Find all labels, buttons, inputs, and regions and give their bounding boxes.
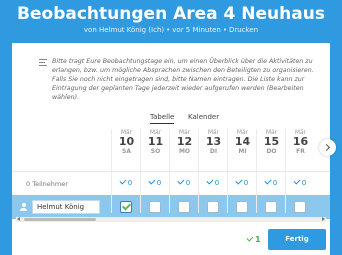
date-day: 10 — [118, 135, 135, 148]
footer-bar: 1 Fertig — [12, 226, 330, 255]
date-day: 16 — [292, 135, 309, 148]
date-column-header: Mär 15 DO — [257, 129, 286, 155]
vote-count-value: 0 — [127, 179, 133, 187]
date-column-header: Mär 12 MO — [170, 129, 199, 155]
date-weekday: FR — [296, 148, 305, 155]
date-day: 14 — [234, 135, 251, 148]
poll-description: Bitte tragt Eure Beobachtungstage ein, u… — [52, 58, 314, 101]
next-dates-button[interactable] — [319, 139, 336, 156]
tab-calendar[interactable]: Kalender — [188, 113, 219, 121]
vote-count: 0 — [286, 177, 315, 187]
poll-table: 0 Teilnehmer Mär10SA 0 Mär11SO 0 Mär12MO 0 Mär… — [12, 129, 330, 219]
vote-count: 0 — [257, 177, 286, 187]
vote-count: 0 — [199, 177, 228, 187]
user-icon — [20, 203, 27, 211]
selected-count: 1 — [246, 234, 261, 244]
vote-count: 0 — [112, 177, 141, 187]
date-checkbox[interactable] — [178, 201, 190, 213]
date-checkbox[interactable] — [149, 201, 161, 213]
check-icon — [293, 177, 301, 185]
horizontal-scrollbar[interactable] — [16, 217, 326, 222]
date-checkbox[interactable] — [236, 201, 248, 213]
vote-count-value: 0 — [301, 179, 307, 187]
date-checkbox[interactable] — [120, 201, 132, 213]
scrollbar-thumb[interactable] — [24, 218, 96, 221]
check-icon — [246, 234, 254, 242]
date-checkbox[interactable] — [294, 201, 306, 213]
participants-count: 0 Teilnehmer — [26, 180, 68, 188]
time-text: vor 5 Minuten — [172, 26, 221, 34]
date-day: 15 — [263, 135, 280, 148]
date-weekday: SO — [150, 148, 161, 155]
vote-count: 0 — [141, 177, 170, 187]
date-column-header: Mär 13 DI — [199, 129, 228, 155]
vote-count: 0 — [228, 177, 257, 187]
vote-count: 0 — [170, 177, 199, 187]
scroll-left-icon[interactable] — [17, 217, 20, 221]
selected-count-value: 1 — [255, 235, 261, 244]
date-weekday: MO — [178, 148, 191, 155]
check-icon — [119, 177, 127, 185]
date-checkbox[interactable] — [207, 201, 219, 213]
check-icon — [235, 177, 243, 185]
date-column-header: Mär 11 SO — [141, 129, 170, 155]
date-column-header: Mär 14 MI — [228, 129, 257, 155]
date-column-header: Mär 16 FR — [286, 129, 315, 155]
vote-count-value: 0 — [156, 179, 162, 187]
description-icon — [39, 59, 47, 66]
date-weekday: DI — [209, 148, 218, 155]
name-input[interactable] — [32, 200, 100, 214]
done-button[interactable]: Fertig — [268, 229, 326, 250]
print-link[interactable]: Drucken — [229, 26, 258, 34]
vote-count-value: 0 — [185, 179, 191, 187]
date-day: 13 — [205, 135, 222, 148]
date-weekday: MI — [238, 148, 247, 155]
poll-card: Bitte tragt Eure Beobachtungstage ein, u… — [12, 43, 330, 255]
vote-count-value: 0 — [272, 179, 278, 187]
page-title: Beobachtungen Area 4 Neuhaus — [17, 4, 325, 24]
check-icon — [264, 177, 272, 185]
vote-count-value: 0 — [243, 179, 249, 187]
vote-count-value: 0 — [214, 179, 220, 187]
my-row — [12, 195, 330, 219]
check-icon — [177, 177, 185, 185]
author-text: von Helmut König (Ich) — [83, 26, 165, 34]
date-column-header: Mär 10 SA — [112, 129, 141, 155]
poll-meta: von Helmut König (Ich) • vor 5 Minuten • Dru… — [83, 26, 259, 34]
date-weekday: DO — [266, 148, 277, 155]
tab-table[interactable]: Tabelle — [150, 113, 175, 124]
date-weekday: SA — [122, 148, 131, 155]
scroll-right-icon[interactable] — [322, 217, 325, 221]
check-icon — [206, 177, 214, 185]
date-day: 12 — [176, 135, 193, 148]
date-day: 11 — [147, 135, 164, 148]
date-checkbox[interactable] — [265, 201, 277, 213]
check-icon — [148, 177, 156, 185]
